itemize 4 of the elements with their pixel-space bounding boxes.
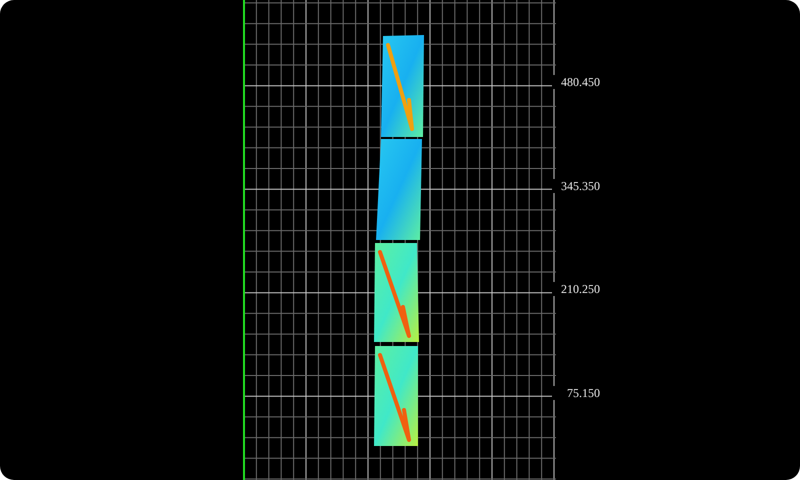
axis-label: 210.250 <box>552 282 600 296</box>
axis-label: 75.150 <box>552 386 600 400</box>
axis-label: 480.450 <box>552 75 600 89</box>
axis-label: 345.350 <box>552 178 600 193</box>
